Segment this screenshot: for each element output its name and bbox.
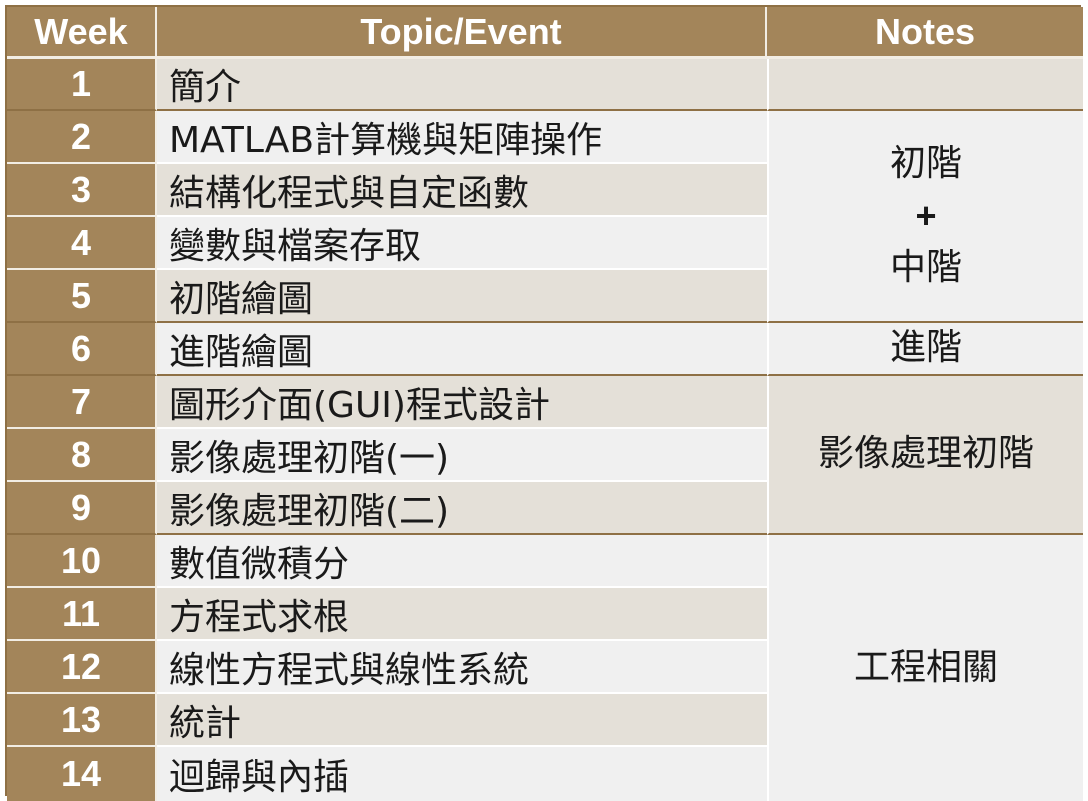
week-cell: 14 [7, 747, 157, 801]
week-cell: 1 [7, 59, 157, 111]
notes-cell-basic-intermediate: 初階 + 中階 [767, 111, 1083, 323]
topic-cell: 數值微積分 [157, 535, 767, 588]
week-cell: 12 [7, 641, 157, 694]
notes-plus-sign: + [915, 194, 937, 236]
topic-cell: 迴歸與內插 [157, 747, 767, 801]
notes-cell-image-processing: 影像處理初階 [767, 376, 1083, 535]
topic-cell: MATLAB計算機與矩陣操作 [157, 111, 767, 164]
week-cell: 10 [7, 535, 157, 588]
topic-cell: 變數與檔案存取 [157, 217, 767, 270]
week-cell: 9 [7, 482, 157, 535]
topic-cell: 圖形介面(GUI)程式設計 [157, 376, 767, 429]
topic-cell: 結構化程式與自定函數 [157, 164, 767, 217]
week-cell: 8 [7, 429, 157, 482]
topic-cell: 方程式求根 [157, 588, 767, 641]
week-cell: 2 [7, 111, 157, 164]
topic-cell: 進階繪圖 [157, 323, 767, 376]
week-cell: 4 [7, 217, 157, 270]
topic-cell: 影像處理初階(一) [157, 429, 767, 482]
notes-cell-advanced: 進階 [767, 323, 1083, 376]
notes-basic-label: 初階 [889, 142, 962, 184]
week-cell: 7 [7, 376, 157, 429]
header-topic: Topic/Event [157, 7, 767, 59]
week-cell: 5 [7, 270, 157, 323]
week-cell: 11 [7, 588, 157, 641]
notes-cell-engineering: 工程相關 [767, 535, 1083, 801]
header-week: Week [7, 7, 157, 59]
topic-cell: 簡介 [157, 59, 767, 111]
topic-cell: 初階繪圖 [157, 270, 767, 323]
topic-cell: 影像處理初階(二) [157, 482, 767, 535]
notes-intermediate-label: 中階 [889, 247, 962, 289]
week-cell: 6 [7, 323, 157, 376]
topic-cell: 統計 [157, 694, 767, 747]
topic-cell: 線性方程式與線性系統 [157, 641, 767, 694]
header-notes: Notes [767, 7, 1083, 59]
week-cell: 13 [7, 694, 157, 747]
course-schedule-table: Week Topic/Event Notes 1 2 3 4 5 6 7 8 9… [5, 5, 1083, 801]
week-cell: 3 [7, 164, 157, 217]
notes-cell-intro [767, 59, 1083, 111]
